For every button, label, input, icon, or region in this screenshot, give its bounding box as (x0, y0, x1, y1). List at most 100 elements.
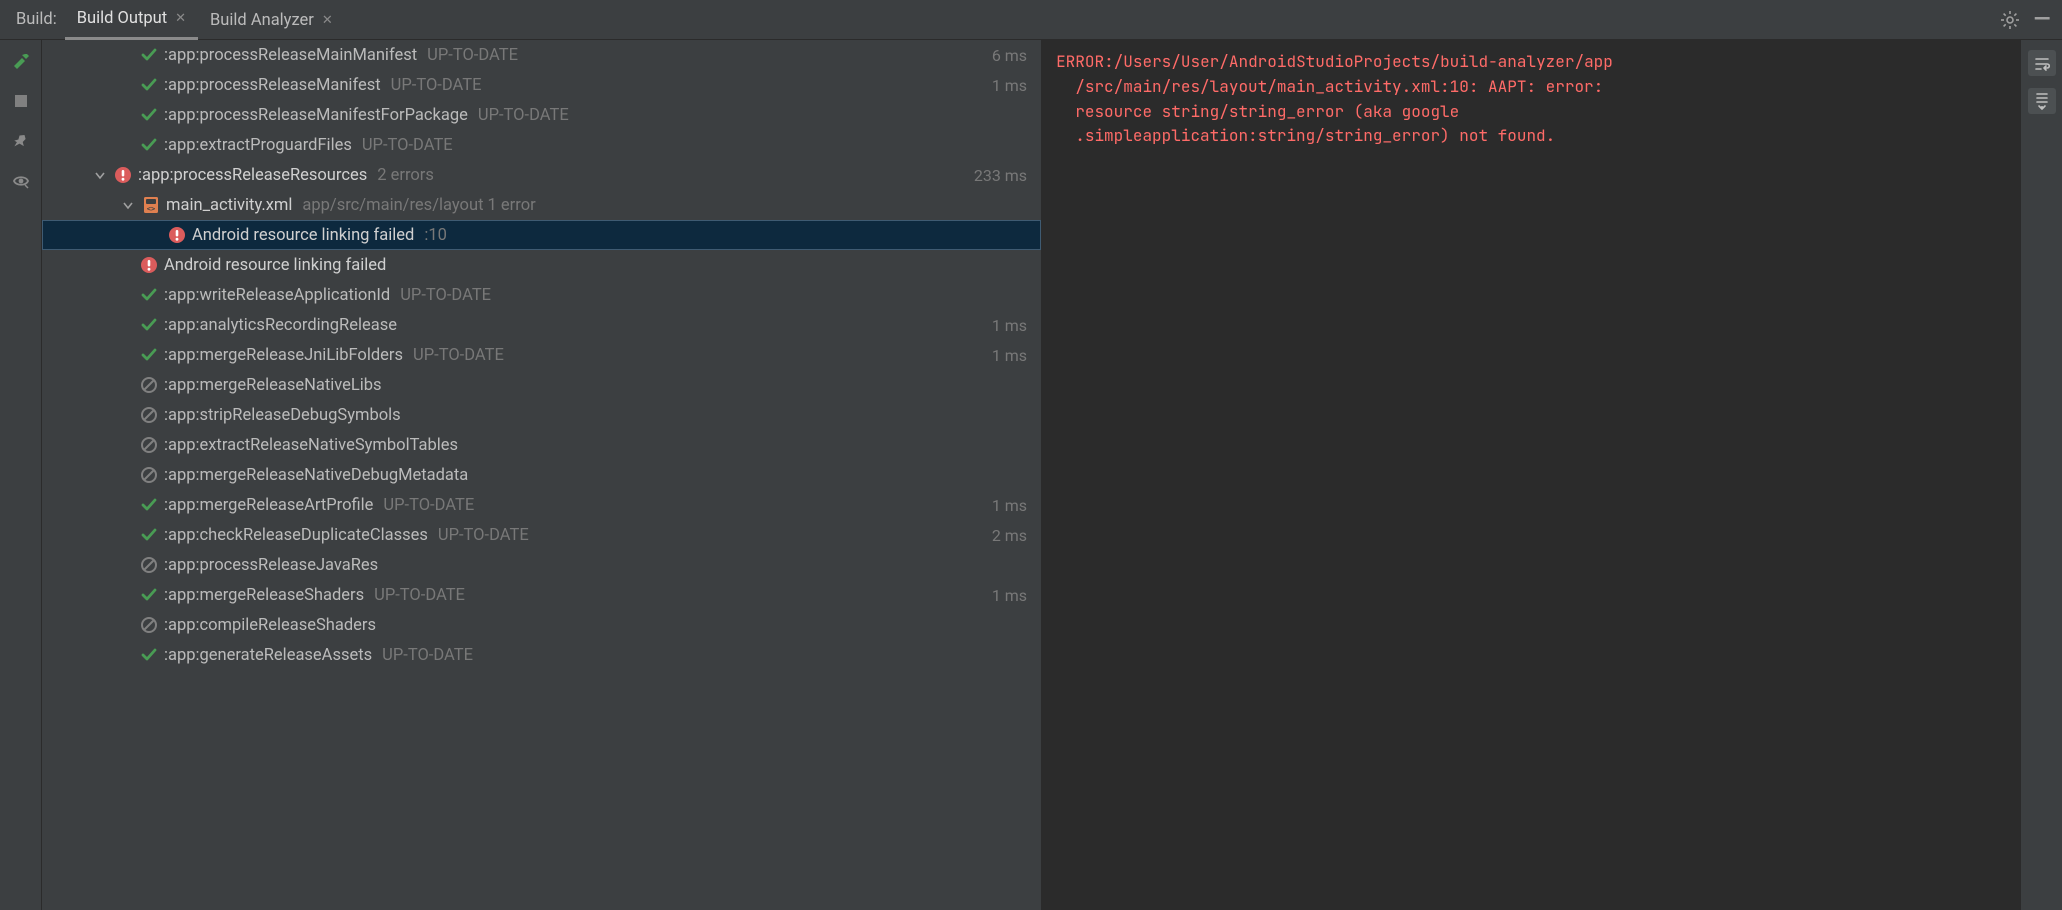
skipped-icon (140, 616, 158, 634)
chevron-down-icon[interactable] (120, 200, 136, 210)
file-icon (142, 196, 160, 214)
task-label: :app:processReleaseJavaRes (164, 556, 378, 575)
task-label: :app:mergeReleaseNativeLibs (164, 376, 382, 395)
task-status: UP-TO-DATE (400, 286, 491, 305)
tree-row[interactable]: :app:processReleaseManifest UP-TO-DATE 1 m… (42, 70, 1041, 100)
tree-row[interactable]: :app:processReleaseMainManifest UP-TO-DAT… (42, 40, 1041, 70)
success-icon (140, 46, 158, 64)
tree-row[interactable]: :app:mergeReleaseNativeLibs (42, 370, 1041, 400)
tree-row[interactable]: :app:mergeReleaseJniLibFolders UP-TO-DATE… (42, 340, 1041, 370)
success-icon (140, 496, 158, 514)
task-duration: 6 ms (992, 46, 1027, 65)
task-status: UP-TO-DATE (478, 106, 569, 125)
hammer-icon[interactable] (10, 50, 32, 72)
tree-row[interactable]: :app:analyticsRecordingRelease1 ms (42, 310, 1041, 340)
tree-row[interactable]: :app:extractProguardFiles UP-TO-DATE (42, 130, 1041, 160)
stop-icon[interactable] (10, 90, 32, 112)
tree-row[interactable]: main_activity.xml app/src/main/res/layout… (42, 190, 1041, 220)
tree-row[interactable]: :app:generateReleaseAssets UP-TO-DATE (42, 640, 1041, 670)
task-label: :app:extractReleaseNativeSymbolTables (164, 436, 458, 455)
success-icon (140, 646, 158, 664)
tree-row[interactable]: :app:compileReleaseShaders (42, 610, 1041, 640)
chevron-down-icon[interactable] (92, 170, 108, 180)
task-status: UP-TO-DATE (391, 76, 482, 95)
task-label: main_activity.xml (166, 196, 292, 215)
task-label: :app:analyticsRecordingRelease (164, 316, 397, 335)
success-icon (140, 76, 158, 94)
task-label: :app:mergeReleaseArtProfile (164, 496, 373, 515)
settings-icon[interactable] (1998, 8, 2022, 32)
skipped-icon (140, 436, 158, 454)
task-status: 2 errors (377, 166, 434, 185)
task-status: app/src/main/res/layout 1 error (302, 196, 535, 215)
error-line: /src/main/res/layout/main_activity.xml:1… (1056, 75, 2006, 100)
task-duration: 1 ms (992, 586, 1027, 605)
tree-row[interactable]: :app:processReleaseManifestForPackage UP-… (42, 100, 1041, 130)
error-icon (168, 226, 186, 244)
skipped-icon (140, 466, 158, 484)
error-icon (140, 256, 158, 274)
scroll-to-end-icon[interactable] (2028, 88, 2056, 114)
task-duration: 1 ms (992, 76, 1027, 95)
task-label: :app:mergeReleaseNativeDebugMetadata (164, 466, 468, 485)
tree-row[interactable]: Android resource linking failed :10 (42, 220, 1041, 250)
close-icon[interactable]: ✕ (322, 13, 333, 28)
task-status: :10 (424, 226, 447, 245)
tree-row[interactable]: :app:mergeReleaseNativeDebugMetadata (42, 460, 1041, 490)
success-icon (140, 526, 158, 544)
task-label: :app:stripReleaseDebugSymbols (164, 406, 401, 425)
tree-row[interactable]: :app:checkReleaseDuplicateClasses UP-TO-D… (42, 520, 1041, 550)
tree-row[interactable]: :app:processReleaseResources 2 errors233… (42, 160, 1041, 190)
tree-row[interactable]: :app:writeReleaseApplicationId UP-TO-DATE (42, 280, 1041, 310)
panel-header: Build: Build Output✕Build Analyzer✕ — (0, 0, 2062, 40)
task-label: :app:processReleaseMainManifest (164, 46, 417, 65)
task-status: UP-TO-DATE (382, 646, 473, 665)
tree-row[interactable]: Android resource linking failed (42, 250, 1041, 280)
error-icon (114, 166, 132, 184)
skipped-icon (140, 556, 158, 574)
tab-label: Build Analyzer (210, 11, 314, 30)
task-label: :app:processReleaseManifest (164, 76, 381, 95)
pin-icon[interactable] (10, 130, 32, 152)
tab-build-analyzer[interactable]: Build Analyzer ✕ (198, 0, 345, 40)
task-label: Android resource linking failed (192, 226, 414, 245)
task-status: UP-TO-DATE (413, 346, 504, 365)
task-label: :app:mergeReleaseJniLibFolders (164, 346, 403, 365)
task-status: UP-TO-DATE (383, 496, 474, 515)
success-icon (140, 106, 158, 124)
tree-row[interactable]: :app:extractReleaseNativeSymbolTables (42, 430, 1041, 460)
task-label: :app:checkReleaseDuplicateClasses (164, 526, 428, 545)
task-duration: 2 ms (992, 526, 1027, 545)
build-panel: Build: Build Output✕Build Analyzer✕ — :a… (0, 0, 2062, 910)
success-icon (140, 286, 158, 304)
success-icon (140, 586, 158, 604)
tab-label: Build Output (77, 9, 167, 28)
tree-row[interactable]: :app:stripReleaseDebugSymbols (42, 400, 1041, 430)
task-label: :app:extractProguardFiles (164, 136, 352, 155)
success-icon (140, 346, 158, 364)
eye-icon[interactable] (10, 170, 32, 192)
task-label: :app:processReleaseManifestForPackage (164, 106, 468, 125)
error-detail-pane[interactable]: ERROR:/Users/User/AndroidStudioProjects/… (1042, 40, 2020, 910)
build-tree[interactable]: :app:processReleaseMainManifest UP-TO-DAT… (42, 40, 1042, 910)
right-toolbar (2020, 40, 2062, 910)
error-line: resource string/string_error (aka google (1056, 100, 2006, 125)
task-label: :app:processReleaseResources (138, 166, 367, 185)
success-icon (140, 316, 158, 334)
soft-wrap-icon[interactable] (2028, 50, 2056, 76)
task-status: UP-TO-DATE (362, 136, 453, 155)
task-label: :app:mergeReleaseShaders (164, 586, 364, 605)
close-icon[interactable]: ✕ (175, 11, 186, 26)
task-status: UP-TO-DATE (427, 46, 518, 65)
tree-row[interactable]: :app:mergeReleaseShadersUP-TO-DATE1 ms (42, 580, 1041, 610)
error-line: ERROR:/Users/User/AndroidStudioProjects/… (1056, 51, 1613, 72)
tree-row[interactable]: :app:mergeReleaseArtProfileUP-TO-DATE1 m… (42, 490, 1041, 520)
tab-build-output[interactable]: Build Output ✕ (65, 0, 198, 40)
task-label: :app:generateReleaseAssets (164, 646, 372, 665)
task-label: :app:writeReleaseApplicationId (164, 286, 390, 305)
tree-row[interactable]: :app:processReleaseJavaRes (42, 550, 1041, 580)
skipped-icon (140, 376, 158, 394)
task-label: Android resource linking failed (164, 256, 386, 275)
minimize-icon[interactable]: — (2030, 8, 2054, 32)
task-status: UP-TO-DATE (438, 526, 529, 545)
